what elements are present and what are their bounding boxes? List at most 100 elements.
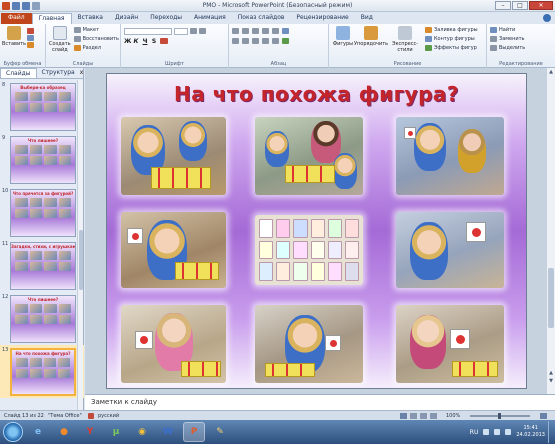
bold-button[interactable]: Ж [124, 38, 131, 45]
paint-icon[interactable]: ✎ [209, 422, 231, 442]
notes-placeholder[interactable]: Заметки к слайду [91, 398, 157, 406]
find-button[interactable]: Найти [490, 26, 552, 34]
slide-scrollbar[interactable]: ▲ ▲ ▼ [546, 68, 555, 394]
slide-thumbnail-11[interactable]: 11 Загадки, стихи, с игрушками [0, 239, 84, 292]
tab-review[interactable]: Рецензирование [290, 13, 354, 24]
underline-button[interactable]: Ч [142, 38, 148, 45]
tab-slideshow[interactable]: Показ слайдов [232, 13, 291, 24]
shapes-button[interactable]: Фигуры [332, 26, 354, 53]
grow-font-icon[interactable] [190, 28, 197, 34]
slide-photo-9[interactable] [396, 305, 504, 383]
clock[interactable]: 15:41 24.02.2013 [516, 425, 545, 439]
arrange-button[interactable]: Упорядочить [354, 26, 388, 53]
slide-title[interactable]: На что похожа фигура? [107, 82, 526, 106]
line-spacing-icon[interactable] [272, 28, 279, 34]
cut-icon[interactable] [27, 28, 34, 34]
align-center-icon[interactable] [242, 38, 249, 44]
close-pane-button[interactable]: x [80, 68, 84, 78]
reading-view-icon[interactable] [420, 413, 427, 419]
slide-photo-8[interactable] [255, 305, 363, 383]
new-slide-button[interactable]: Создать слайд [49, 26, 71, 53]
font-color-icon[interactable] [160, 38, 168, 44]
keyboard-language[interactable]: RU [470, 429, 479, 436]
slide-photo-5[interactable] [255, 215, 363, 285]
columns-icon[interactable] [272, 38, 279, 44]
zoom-level[interactable]: 100% [446, 413, 460, 419]
decrease-indent-icon[interactable] [252, 28, 259, 34]
slide-thumbnail-12[interactable]: 12 Что лишнее? [0, 292, 84, 345]
numbering-icon[interactable] [242, 28, 249, 34]
paste-button[interactable]: Вставить [2, 26, 26, 48]
tab-slides[interactable]: Слайды [0, 68, 37, 78]
spellcheck-icon[interactable] [88, 413, 94, 419]
italic-button[interactable]: К [133, 38, 139, 45]
utorrent-icon[interactable]: µ [105, 422, 127, 442]
tray-expand-icon[interactable] [483, 429, 490, 435]
smartart-icon[interactable] [282, 38, 289, 44]
tab-view[interactable]: Вид [355, 13, 379, 24]
minimize-button[interactable]: – [495, 1, 511, 10]
close-button[interactable]: ✕ [529, 1, 553, 10]
show-desktop-button[interactable] [548, 421, 554, 443]
help-icon[interactable] [543, 14, 551, 22]
select-button[interactable]: Выделить [490, 44, 552, 52]
tab-insert[interactable]: Вставка [72, 13, 109, 24]
slide-photo-1[interactable] [121, 117, 226, 195]
shape-fill-button[interactable]: Заливка фигуры [425, 26, 478, 34]
quick-styles-button[interactable]: Экспресс-стили [388, 26, 422, 53]
tab-file[interactable]: Файл [1, 13, 32, 24]
slide-sorter-icon[interactable] [410, 413, 417, 419]
scroll-up-icon[interactable]: ▲ [548, 69, 554, 75]
powerpoint-icon[interactable]: P [183, 422, 205, 442]
tab-transitions[interactable]: Переходы [144, 13, 188, 24]
current-slide[interactable]: На что похожа фигура? [106, 73, 527, 389]
tab-home[interactable]: Главная [31, 13, 72, 24]
notes-pane[interactable]: Заметки к слайду [85, 394, 555, 410]
slide-photo-4[interactable] [121, 212, 226, 288]
firefox-icon[interactable]: ● [53, 422, 75, 442]
tab-animations[interactable]: Анимация [188, 13, 232, 24]
chrome-icon[interactable]: ◉ [131, 422, 153, 442]
word-icon[interactable]: W [157, 422, 179, 442]
slide-thumbnail-8[interactable]: 8 Выбери-ка образец [0, 80, 84, 133]
next-slide-icon[interactable]: ▼ [548, 378, 554, 384]
normal-view-icon[interactable] [400, 413, 407, 419]
justify-icon[interactable] [262, 38, 269, 44]
font-family-select[interactable] [124, 28, 172, 35]
shrink-font-icon[interactable] [199, 28, 206, 34]
shadow-button[interactable]: S [151, 38, 157, 45]
shape-outline-button[interactable]: Контур фигуры [425, 35, 478, 43]
slide-thumbnail-13[interactable]: 13 На что похожа фигура? [0, 345, 84, 398]
tab-outline[interactable]: Структура [37, 68, 80, 78]
slide-photo-3[interactable] [396, 117, 504, 195]
bullets-icon[interactable] [232, 28, 239, 34]
slide-photo-7[interactable] [121, 305, 226, 383]
align-right-icon[interactable] [252, 38, 259, 44]
reset-button[interactable]: Восстановить [73, 35, 119, 43]
volume-icon[interactable] [505, 429, 512, 435]
thumbnail-scrollbar[interactable] [77, 80, 83, 410]
copy-icon[interactable] [27, 35, 34, 41]
font-size-select[interactable] [174, 28, 188, 35]
format-painter-icon[interactable] [27, 42, 34, 48]
layout-button[interactable]: Макет [73, 26, 119, 34]
slide-thumbnail-10[interactable]: 10 Что прячется за фигурой? [0, 186, 84, 239]
language-indicator[interactable]: русский [98, 413, 119, 419]
tab-design[interactable]: Дизайн [109, 13, 144, 24]
network-icon[interactable] [494, 429, 501, 435]
slide-photo-2[interactable] [255, 117, 363, 195]
maximize-button[interactable]: □ [512, 1, 528, 10]
ie-icon[interactable]: e [27, 422, 49, 442]
fit-to-window-icon[interactable] [540, 413, 547, 419]
increase-indent-icon[interactable] [262, 28, 269, 34]
prev-slide-icon[interactable]: ▲ [548, 370, 554, 376]
slide-thumbnail-9[interactable]: 9 Что лишнее? [0, 133, 84, 186]
zoom-slider-knob[interactable] [498, 413, 501, 419]
shape-effects-button[interactable]: Эффекты фигур [425, 44, 478, 52]
scroll-thumb[interactable] [548, 268, 554, 328]
text-direction-icon[interactable] [282, 28, 289, 34]
align-left-icon[interactable] [232, 38, 239, 44]
replace-button[interactable]: Заменить [490, 35, 552, 43]
section-button[interactable]: Раздел [73, 44, 119, 52]
start-button[interactable] [3, 422, 23, 442]
